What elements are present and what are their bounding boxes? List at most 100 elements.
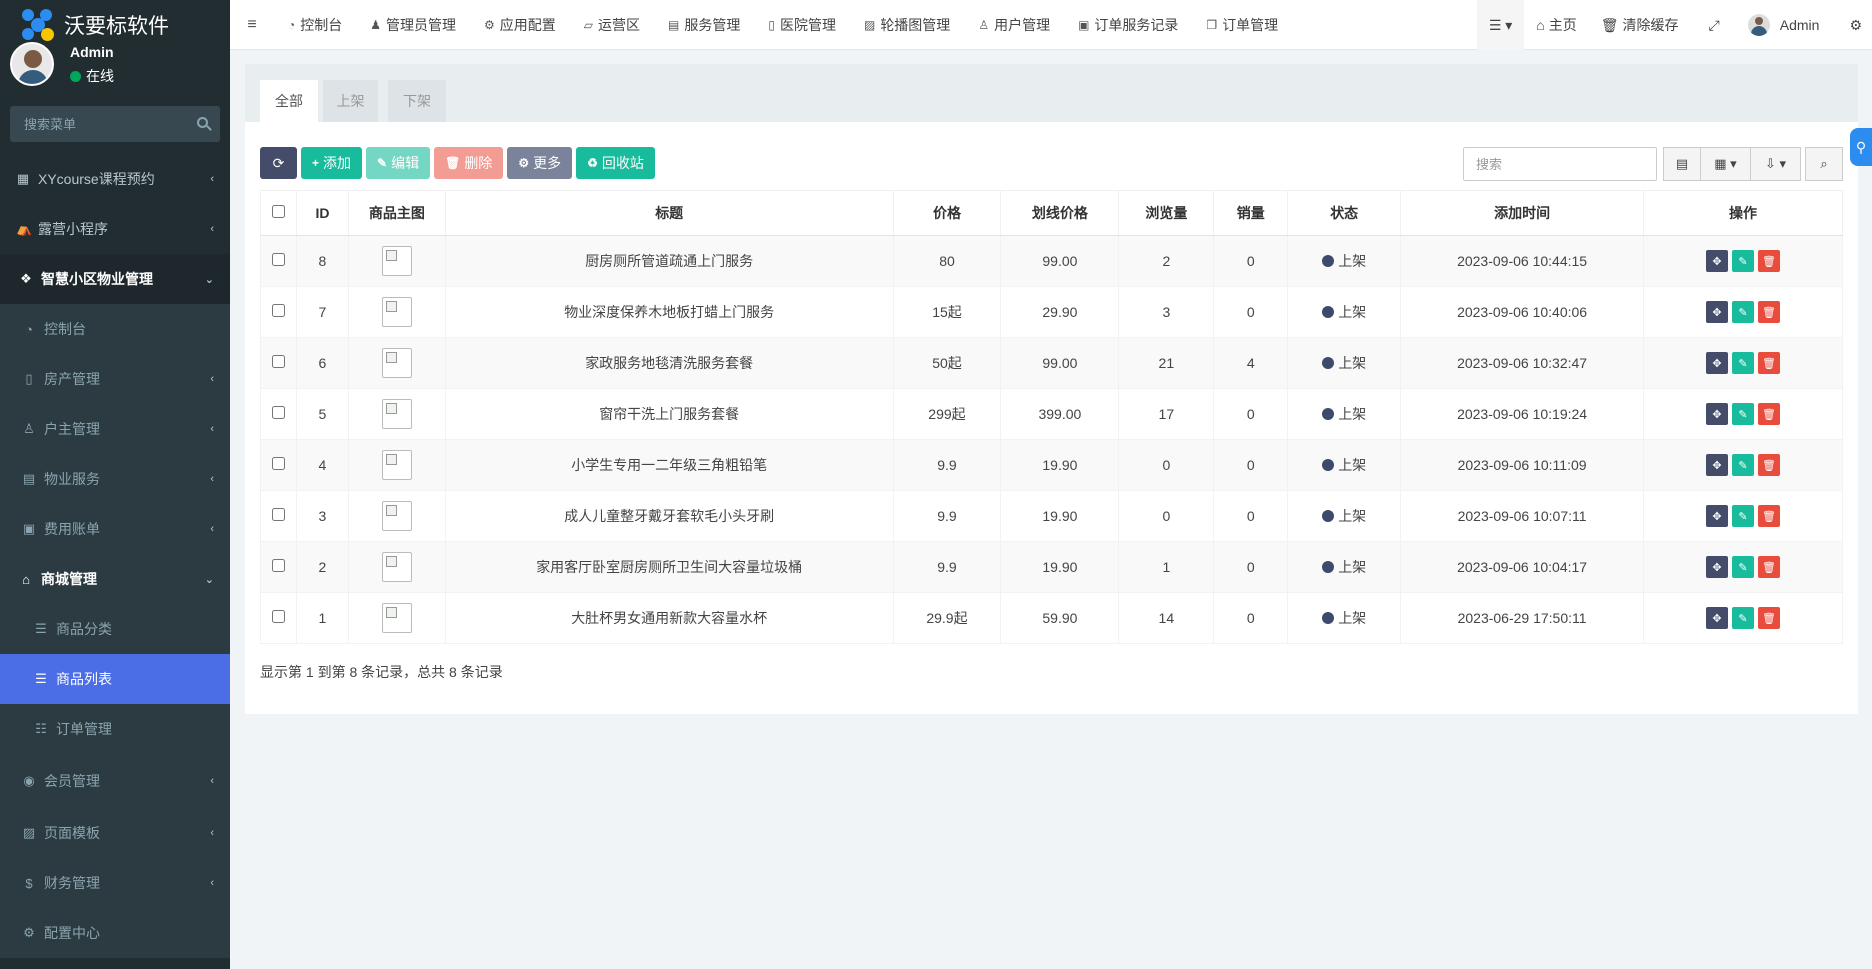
home-link[interactable]: ⌂ 主页 [1524, 0, 1588, 50]
edit-button[interactable]: ✎ 编辑 [366, 147, 431, 179]
nav-dropdown-button[interactable]: ☰ ▾ [1476, 0, 1525, 50]
sidebar-item-config[interactable]: ⚙ 配置中心 [0, 908, 230, 958]
table-search-input[interactable] [1463, 147, 1657, 181]
sidebar-item-dashboard[interactable]: ◔ 控制台 [0, 304, 230, 354]
sidebar-item-house[interactable]: ▯ 房产管理 ‹ [0, 354, 230, 404]
drag-sort-button[interactable]: ✥ [1706, 403, 1728, 425]
row-checkbox[interactable] [271, 406, 285, 419]
topnav-tab-hospital[interactable]: ▯ 医院管理 [754, 0, 850, 50]
status-badge[interactable]: 上架 [1322, 557, 1366, 577]
select-all-checkbox[interactable] [271, 205, 285, 218]
fullscreen-button[interactable]: ⤢ [1691, 0, 1738, 50]
table-row[interactable]: 5 窗帘干洗上门服务套餐 299起 399.00 17 0 上架 2023-09-06 10:… [260, 388, 1843, 440]
row-delete-button[interactable]: 🗑 [1758, 403, 1780, 425]
table-row[interactable]: 4 小学生专用一二年级三角粗铅笔 9.9 19.90 0 0 上架 2023-09-06 10… [260, 439, 1843, 491]
row-delete-button[interactable]: 🗑 [1758, 556, 1780, 578]
row-edit-button[interactable]: ✎ [1732, 250, 1754, 272]
table-row[interactable]: 2 家用客厅卧室厨房厕所卫生间大容量垃圾桶 9.9 19.90 1 0 上架 2023-09-… [260, 541, 1843, 593]
status-badge[interactable]: 上架 [1322, 251, 1366, 271]
broken-image-icon[interactable] [381, 603, 412, 633]
table-row[interactable]: 7 物业深度保养木地板打蜡上门服务 15起 29.90 3 0 上架 2023-09-06 1… [260, 286, 1843, 338]
row-edit-button[interactable]: ✎ [1732, 403, 1754, 425]
topnav-tab-admin[interactable]: ♟ 管理员管理 [356, 0, 470, 50]
sidebar-item-camping[interactable]: ⛺ 露营小程序 ‹ [0, 204, 230, 254]
drag-sort-button[interactable]: ✥ [1706, 301, 1728, 323]
row-delete-button[interactable]: 🗑 [1758, 301, 1780, 323]
broken-image-icon[interactable] [381, 348, 412, 378]
columns-button[interactable]: ▦ ▾ [1701, 147, 1751, 181]
table-row[interactable]: 6 家政服务地毯清洗服务套餐 50起 99.00 21 4 上架 2023-09-06 10:… [260, 337, 1843, 389]
row-edit-button[interactable]: ✎ [1732, 505, 1754, 527]
sidebar-item-goods-list[interactable]: ☰ 商品列表 [0, 654, 230, 704]
row-edit-button[interactable]: ✎ [1732, 352, 1754, 374]
header-id[interactable]: ID [295, 190, 349, 236]
status-badge[interactable]: 上架 [1322, 455, 1366, 475]
tab-all[interactable]: 全部 [260, 80, 318, 122]
sidebar-item-bill[interactable]: ▣ 费用账单 ‹ [0, 504, 230, 554]
drag-sort-button[interactable]: ✥ [1706, 250, 1728, 272]
toggle-view-button[interactable]: ▤ [1663, 147, 1701, 181]
admin-menu[interactable]: Admin [1738, 0, 1840, 50]
row-delete-button[interactable]: 🗑 [1758, 454, 1780, 476]
row-delete-button[interactable]: 🗑 [1758, 505, 1780, 527]
status-badge[interactable]: 上架 [1322, 506, 1366, 526]
recycle-bin-button[interactable]: ♻ 回收站 [576, 147, 655, 179]
row-delete-button[interactable]: 🗑 [1758, 352, 1780, 374]
sidebar-toggle-icon[interactable]: ≡ [230, 16, 274, 34]
broken-image-icon[interactable] [381, 501, 412, 531]
export-button[interactable]: ⇩ ▾ [1751, 147, 1801, 181]
sidebar-item-category[interactable]: ☰ 商品分类 [0, 604, 230, 654]
sidebar-search-input[interactable] [10, 106, 220, 142]
table-row[interactable]: 8 厨房厕所管道疏通上门服务 80 99.00 2 0 上架 2023-09-06 10:44… [260, 235, 1843, 287]
more-button[interactable]: ⚙ 更多 [507, 147, 573, 179]
broken-image-icon[interactable] [381, 297, 412, 327]
broken-image-icon[interactable] [381, 450, 412, 480]
broken-image-icon[interactable] [381, 552, 412, 582]
drag-sort-button[interactable]: ✥ [1706, 505, 1728, 527]
sidebar-item-orders[interactable]: ☷ 订单管理 [0, 704, 230, 754]
row-checkbox[interactable] [271, 508, 285, 521]
row-checkbox[interactable] [271, 457, 285, 470]
drag-sort-button[interactable]: ✥ [1706, 556, 1728, 578]
sidebar-item-finance[interactable]: $ 财务管理 ‹ [0, 858, 230, 908]
row-edit-button[interactable]: ✎ [1732, 301, 1754, 323]
table-row[interactable]: 1 大肚杯男女通用新款大容量水杯 29.9起 59.90 14 0 上架 2023-06-29… [260, 592, 1843, 644]
sidebar-item-xycourse[interactable]: ▦ XYcourse课程预约 ‹ [0, 154, 230, 204]
refresh-button[interactable]: ⟳ [260, 147, 297, 179]
sidebar-item-service[interactable]: ▤ 物业服务 ‹ [0, 454, 230, 504]
delete-button[interactable]: 🗑 删除 [434, 147, 504, 179]
search-button[interactable]: ⌕ [1805, 147, 1843, 181]
sidebar-item-owner[interactable]: ♙ 户主管理 ‹ [0, 404, 230, 454]
add-button[interactable]: + 添加 [301, 147, 363, 179]
row-checkbox[interactable] [271, 355, 285, 368]
topnav-tab-dashboard[interactable]: ◔ 控制台 [274, 0, 356, 50]
row-edit-button[interactable]: ✎ [1732, 607, 1754, 629]
search-icon[interactable] [197, 117, 208, 128]
row-checkbox[interactable] [271, 304, 285, 317]
drag-sort-button[interactable]: ✥ [1706, 454, 1728, 476]
status-badge[interactable]: 上架 [1322, 353, 1366, 373]
topnav-tab-orders[interactable]: ❐ 订单管理 [1192, 0, 1292, 50]
row-checkbox[interactable] [271, 610, 285, 623]
topnav-tab-appconfig[interactable]: ⚙ 应用配置 [470, 0, 570, 50]
row-delete-button[interactable]: 🗑 [1758, 607, 1780, 629]
row-delete-button[interactable]: 🗑 [1758, 250, 1780, 272]
topnav-tab-carousel[interactable]: ▨ 轮播图管理 [850, 0, 964, 50]
tab-off-shelf[interactable]: 下架 [388, 80, 446, 122]
topnav-tab-users[interactable]: ♙ 用户管理 [964, 0, 1064, 50]
settings-button[interactable]: ⚙ [1839, 0, 1872, 50]
table-row[interactable]: 3 成人儿童整牙戴牙套软毛小头牙刷 9.9 19.90 0 0 上架 2023-09-06 1… [260, 490, 1843, 542]
status-badge[interactable]: 上架 [1322, 302, 1366, 322]
sidebar-item-property[interactable]: ❖ 智慧小区物业管理 ⌄ [0, 254, 230, 304]
topnav-tab-service[interactable]: ▤ 服务管理 [654, 0, 754, 50]
sidebar-item-template[interactable]: ▨ 页面模板 ‹ [0, 808, 230, 858]
topnav-tab-order-records[interactable]: ▣ 订单服务记录 [1064, 0, 1192, 50]
topnav-tab-operation[interactable]: ▱ 运营区 [570, 0, 654, 50]
sidebar-item-member[interactable]: ◉ 会员管理 ‹ [0, 754, 230, 808]
broken-image-icon[interactable] [381, 246, 412, 276]
status-badge[interactable]: 上架 [1322, 404, 1366, 424]
drag-sort-button[interactable]: ✥ [1706, 607, 1728, 629]
sidebar-item-mall[interactable]: ⌂ 商城管理 ⌄ [0, 554, 230, 604]
clear-cache-button[interactable]: 🗑 清除缓存 [1589, 0, 1691, 50]
link-float-icon[interactable]: ⚲ [1850, 128, 1872, 166]
